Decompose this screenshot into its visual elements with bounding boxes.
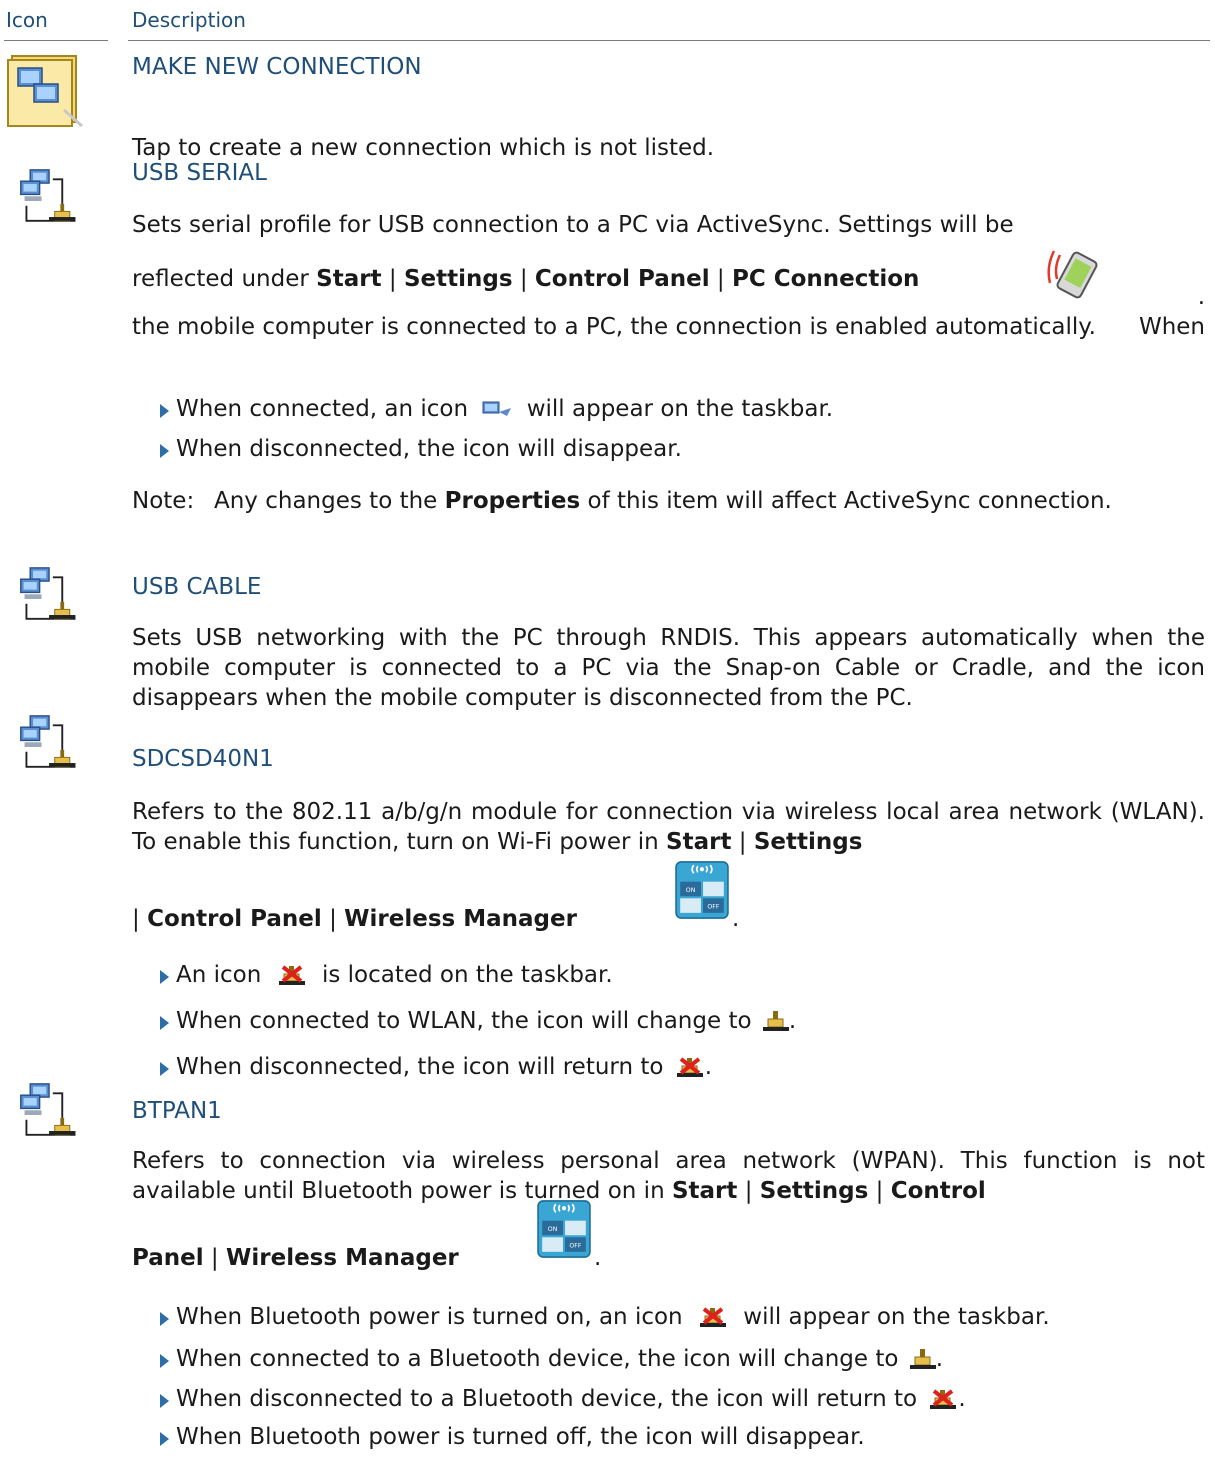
- network-connection-icon: [12, 566, 88, 636]
- bullet-arrow-icon: [160, 1432, 169, 1446]
- sdcsd-description: Refers to the 802.11 a/b/g/n module for …: [132, 799, 1205, 855]
- section-title-btpan1: BTPAN1: [132, 1098, 222, 1124]
- period: .: [732, 906, 740, 932]
- menu-panel: Panel: [132, 1245, 204, 1271]
- bullet-arrow-icon: [160, 970, 169, 984]
- pc-connection-icon: [1040, 243, 1102, 309]
- menu-control: Control: [890, 1178, 986, 1204]
- section-title-sdcsd40n1: SDCSD40N1: [132, 746, 274, 772]
- menu-settings: Settings: [403, 266, 513, 292]
- bullet-arrow-icon: [160, 1394, 169, 1408]
- menu-start: Start: [666, 829, 732, 855]
- column-header-description: Description: [132, 8, 246, 32]
- menu-control-panel: Control Panel: [534, 266, 710, 292]
- network-connection-icon: [12, 1082, 88, 1152]
- sdcsd-line3: | Control Panel | Wireless Manager: [132, 906, 577, 932]
- menu-pc-connection: PC Connection: [731, 266, 920, 292]
- note-text: Any changes to the Properties of this it…: [214, 488, 1112, 514]
- menu-settings: Settings: [759, 1178, 869, 1204]
- period: .: [594, 1245, 602, 1271]
- menu-wireless-manager: Wireless Manager: [226, 1245, 459, 1271]
- wireless-manager-icon: [537, 1198, 591, 1260]
- wireless-manager-icon: [675, 859, 729, 921]
- bullet-arrow-icon: [160, 1354, 169, 1368]
- text-properties: Properties: [444, 488, 581, 514]
- network-connected-icon: [763, 1011, 789, 1033]
- btpan-line3: Panel | Wireless Manager: [132, 1245, 459, 1271]
- menu-settings: Settings: [753, 829, 863, 855]
- make-new-connection-icon: [6, 54, 86, 132]
- section-title-usb-cable: USB CABLE: [132, 574, 262, 600]
- network-connection-icon: [12, 714, 88, 784]
- network-connection-icon: [12, 168, 88, 238]
- section-title-usb-serial: USB SERIAL: [132, 160, 267, 186]
- network-disconnected-icon: [928, 1388, 958, 1412]
- usb-serial-rest: the mobile computer is connected to a PC…: [132, 314, 1096, 340]
- menu-control-panel: Control Panel: [147, 906, 322, 932]
- header-divider: [128, 40, 1210, 41]
- bullet-arrow-icon: [160, 404, 169, 418]
- bullet-arrow-icon: [160, 1312, 169, 1326]
- network-disconnected-icon: [675, 1056, 705, 1080]
- menu-wireless-manager: Wireless Manager: [344, 906, 577, 932]
- network-disconnected-icon: [277, 964, 307, 988]
- bullet-arrow-icon: [160, 1016, 169, 1030]
- menu-start: Start: [671, 1178, 738, 1204]
- bullet-arrow-icon: [160, 1062, 169, 1076]
- header-divider: [4, 40, 108, 41]
- note-label: Note:: [132, 488, 195, 514]
- section-title-make-new-connection: MAKE NEW CONNECTION: [132, 54, 422, 80]
- activesync-taskbar-icon: [482, 401, 512, 416]
- network-connected-icon: [910, 1349, 936, 1371]
- text-reflected: reflected under: [132, 266, 309, 292]
- network-disconnected-icon: [698, 1306, 728, 1330]
- btpan-description: Refers to connection via wireless person…: [132, 1148, 1205, 1204]
- usb-cable-description: Sets USB networking with the PC through …: [132, 625, 1205, 711]
- usb-serial-line1: Sets serial profile for USB connection t…: [132, 212, 1014, 238]
- column-header-icon: Icon: [6, 8, 48, 32]
- bullet-arrow-icon: [160, 444, 169, 458]
- menu-start: Start: [316, 266, 382, 292]
- make-new-connection-description: Tap to create a new connection which is …: [132, 135, 715, 161]
